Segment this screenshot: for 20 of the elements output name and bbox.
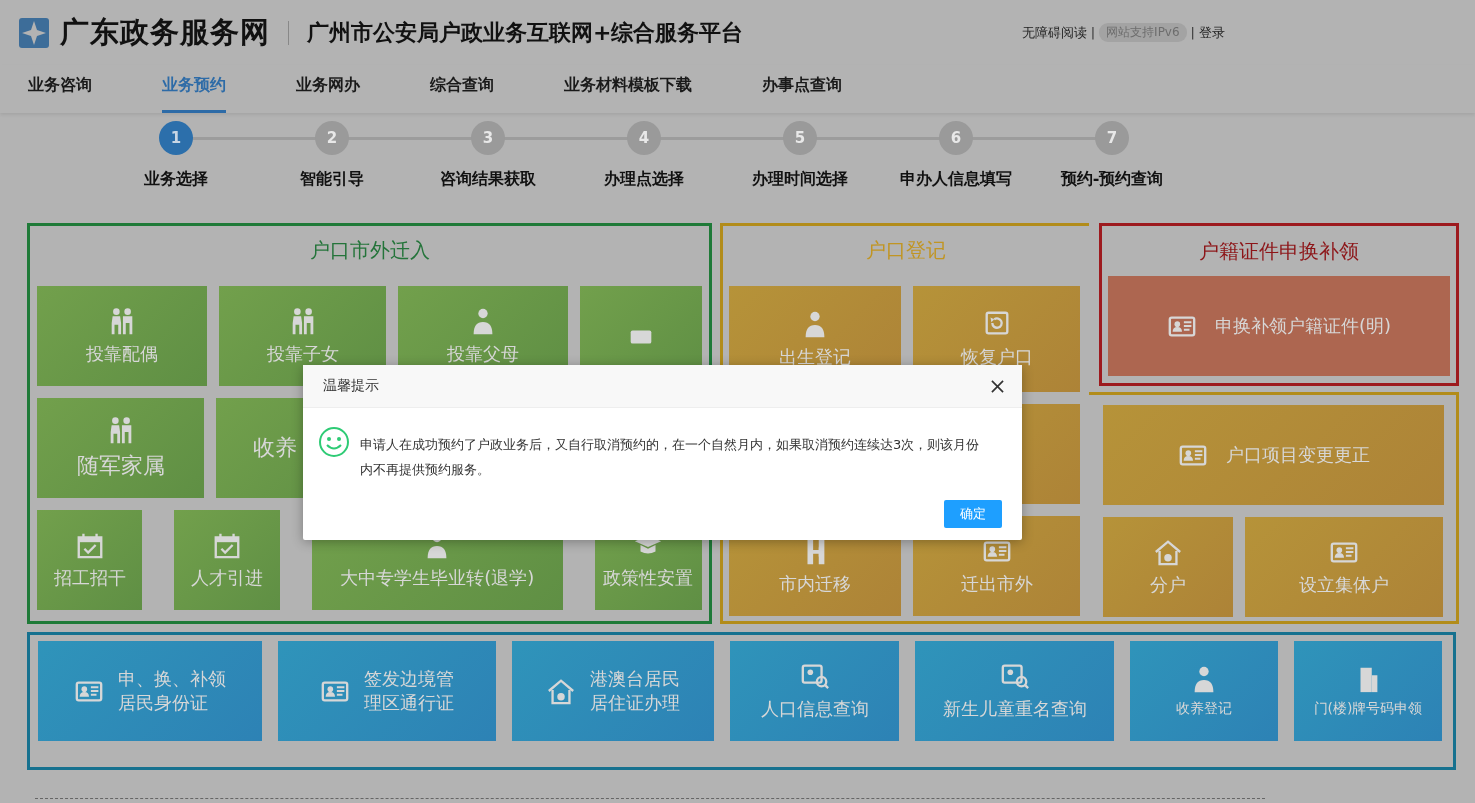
- step-label: 办理点选择: [604, 169, 684, 190]
- link-separator: |: [1090, 25, 1096, 40]
- step-label: 智能引导: [300, 169, 364, 190]
- step-label: 咨询结果获取: [440, 169, 536, 190]
- panel-title: 户口登记: [865, 236, 947, 264]
- step-label: 预约-预约查询: [1060, 169, 1164, 190]
- step-label: 申办人信息填写: [900, 169, 1012, 190]
- panel-title: 户籍证件申换补领: [1198, 237, 1360, 265]
- step-number: 6: [939, 121, 973, 155]
- step-number: 5: [783, 121, 817, 155]
- link-separator: |: [1190, 25, 1195, 40]
- step-number: 4: [627, 121, 661, 155]
- platform-title: 广州市公安局户政业务互联网+综合服务平台: [307, 18, 744, 47]
- step-number: 3: [471, 121, 505, 155]
- panel-title: 户口市外迁入: [308, 236, 431, 264]
- step-label: 业务选择: [144, 169, 208, 190]
- step-number: 2: [315, 121, 349, 155]
- step-label: 办理时间选择: [752, 169, 848, 190]
- step-number: 1: [159, 121, 193, 155]
- step-number: 7: [1095, 121, 1129, 155]
